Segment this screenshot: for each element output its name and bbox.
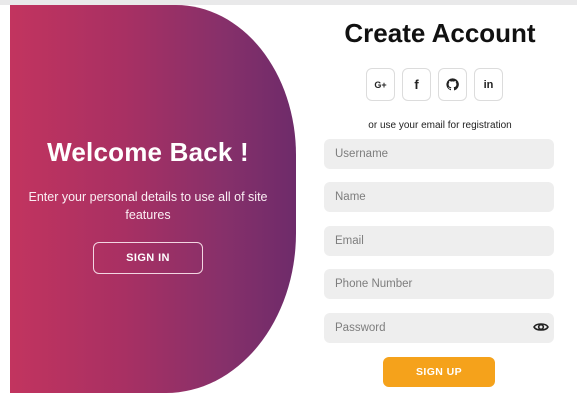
sign-up-button[interactable]: SIGN UP [383,357,495,387]
create-account-page: Welcome Back ! Enter your personal detai… [0,0,577,393]
linkedin-button[interactable]: in [474,68,503,101]
facebook-button[interactable]: f [402,68,431,101]
email-field[interactable] [324,226,554,256]
github-icon [446,78,459,91]
welcome-panel: Welcome Back ! Enter your personal detai… [10,5,296,393]
left-margin [0,5,10,393]
name-field[interactable] [324,182,554,212]
eye-icon[interactable] [532,318,550,336]
password-field[interactable] [324,313,554,343]
google-plus-button[interactable]: G+ [366,68,395,101]
registration-hint: or use your email for registration [368,120,512,131]
facebook-icon: f [414,77,419,92]
social-login-row: G+ f in [366,68,503,101]
github-button[interactable] [438,68,467,101]
phone-number-field[interactable] [324,269,554,299]
google-plus-icon: G+ [374,79,387,90]
welcome-text: Enter your personal details to use all o… [28,190,268,222]
page-title: Create Account [344,18,536,48]
username-field[interactable] [324,139,554,169]
welcome-title: Welcome Back ! [47,137,249,167]
sign-in-button[interactable]: SIGN IN [93,242,203,274]
linkedin-icon: in [483,78,494,91]
